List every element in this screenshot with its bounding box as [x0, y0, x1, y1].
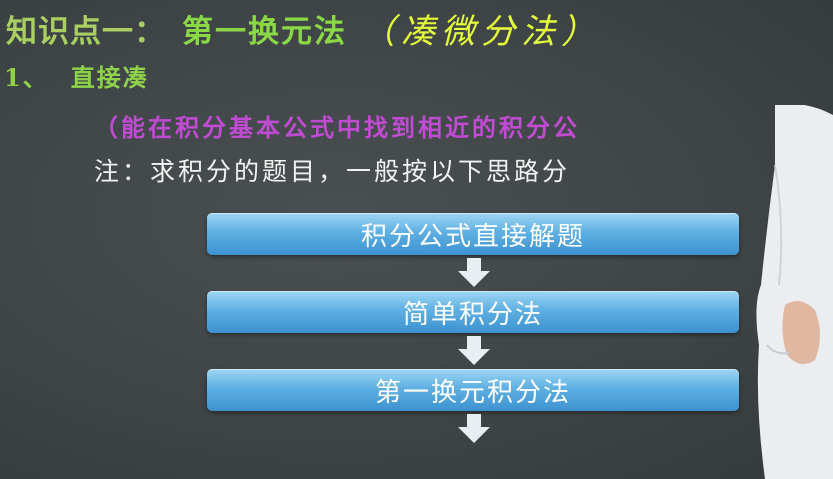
- title-prefix: 知识点一：: [6, 13, 166, 50]
- flow-step-2: 简单积分法: [207, 291, 739, 333]
- purple-note: （能在积分基本公式中找到相近的积分公: [94, 113, 580, 142]
- item-heading: 1、 直接凑: [4, 58, 149, 93]
- white-note: 注：求积分的题目，一般按以下思路分: [94, 157, 571, 186]
- item-number: 1、: [4, 63, 49, 92]
- presenter-figure: [756, 105, 833, 479]
- flow-step-1: 积分公式直接解题: [207, 213, 739, 255]
- handwritten-annotation: （凑微分法）: [361, 11, 601, 52]
- flow-step-3: 第一换元积分法: [207, 369, 739, 411]
- down-arrow-icon: [458, 414, 490, 443]
- slide-board: 知识点一： 第一换元法 （凑微分法） 1、 直接凑 （能在积分基本公式中找到相近的…: [0, 0, 833, 479]
- slide-title: 知识点一： 第一换元法 （凑微分法）: [6, 6, 601, 52]
- down-arrow-icon: [458, 336, 490, 365]
- down-arrow-icon: [458, 258, 490, 287]
- item-heading-text: 直接凑: [70, 63, 149, 92]
- title-main: 第一换元法: [182, 13, 347, 50]
